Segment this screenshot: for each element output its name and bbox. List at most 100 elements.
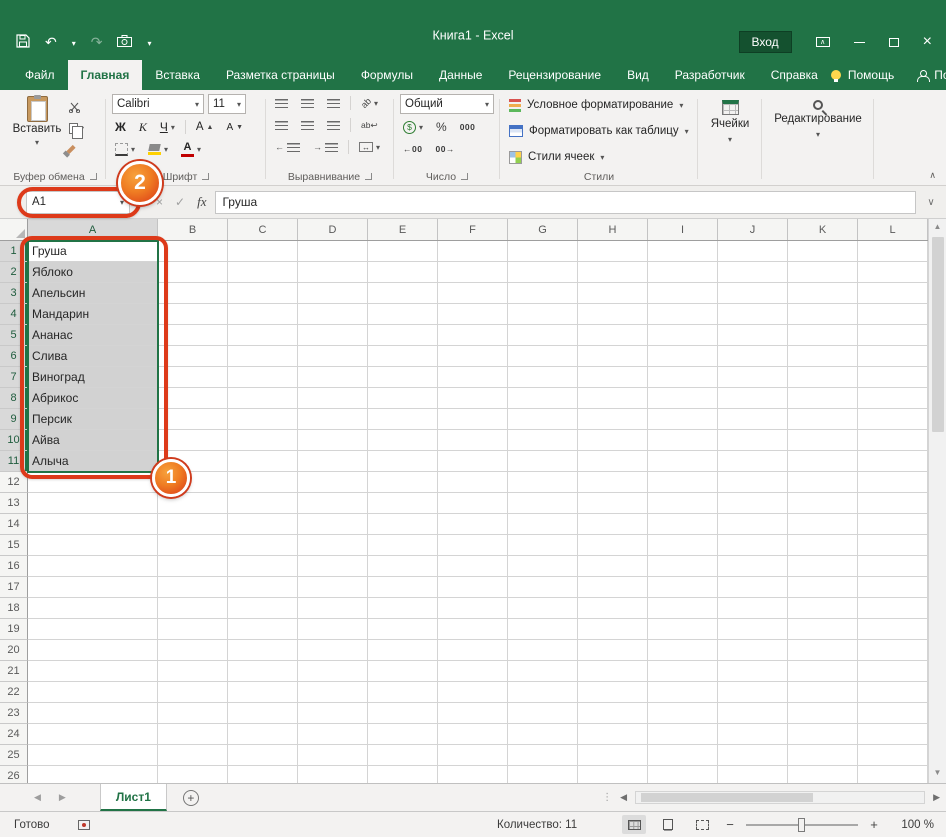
- cell-H23[interactable]: [578, 703, 648, 724]
- cell-D1[interactable]: [298, 241, 368, 262]
- sign-in-button[interactable]: Вход: [739, 31, 792, 53]
- cell-E21[interactable]: [368, 661, 438, 682]
- cell-B8[interactable]: [158, 388, 228, 409]
- number-dialog-launcher[interactable]: [461, 173, 468, 180]
- conditional-formatting-button[interactable]: Условное форматирование: [504, 93, 694, 117]
- cell-H18[interactable]: [578, 598, 648, 619]
- cell-L23[interactable]: [858, 703, 928, 724]
- cell-B15[interactable]: [158, 535, 228, 556]
- row-header-17[interactable]: 17: [0, 577, 28, 598]
- cell-C2[interactable]: [228, 262, 298, 283]
- wrap-text-button[interactable]: [358, 118, 381, 132]
- cell-C8[interactable]: [228, 388, 298, 409]
- decrease-decimal-button[interactable]: 00→: [432, 143, 457, 155]
- cell-A17[interactable]: [28, 577, 158, 598]
- row-header-7[interactable]: 7: [0, 367, 28, 388]
- cell-F6[interactable]: [438, 346, 508, 367]
- cell-C13[interactable]: [228, 493, 298, 514]
- cell-K12[interactable]: [788, 472, 858, 493]
- cell-K21[interactable]: [788, 661, 858, 682]
- cell-D18[interactable]: [298, 598, 368, 619]
- row-header-25[interactable]: 25: [0, 745, 28, 766]
- cell-J12[interactable]: [718, 472, 788, 493]
- cell-G19[interactable]: [508, 619, 578, 640]
- cell-K1[interactable]: [788, 241, 858, 262]
- cell-I13[interactable]: [648, 493, 718, 514]
- cell-L14[interactable]: [858, 514, 928, 535]
- cell-L24[interactable]: [858, 724, 928, 745]
- column-header-L[interactable]: L: [858, 219, 928, 240]
- cell-D24[interactable]: [298, 724, 368, 745]
- row-header-14[interactable]: 14: [0, 514, 28, 535]
- cell-J23[interactable]: [718, 703, 788, 724]
- cell-K5[interactable]: [788, 325, 858, 346]
- cell-A19[interactable]: [28, 619, 158, 640]
- column-header-B[interactable]: B: [158, 219, 228, 240]
- cell-B19[interactable]: [158, 619, 228, 640]
- cell-F16[interactable]: [438, 556, 508, 577]
- cell-G8[interactable]: [508, 388, 578, 409]
- ribbon-tab-5[interactable]: Данные: [426, 60, 495, 90]
- cell-H2[interactable]: [578, 262, 648, 283]
- column-header-F[interactable]: F: [438, 219, 508, 240]
- column-header-A[interactable]: A: [28, 219, 158, 240]
- cell-H17[interactable]: [578, 577, 648, 598]
- cell-E20[interactable]: [368, 640, 438, 661]
- cell-H7[interactable]: [578, 367, 648, 388]
- cell-I3[interactable]: [648, 283, 718, 304]
- cell-F22[interactable]: [438, 682, 508, 703]
- cell-I4[interactable]: [648, 304, 718, 325]
- cell-H14[interactable]: [578, 514, 648, 535]
- cell-D19[interactable]: [298, 619, 368, 640]
- cell-J10[interactable]: [718, 430, 788, 451]
- cell-K11[interactable]: [788, 451, 858, 472]
- cell-B14[interactable]: [158, 514, 228, 535]
- sheet-tab-list1[interactable]: Лист1: [100, 784, 167, 811]
- cell-D20[interactable]: [298, 640, 368, 661]
- cell-D25[interactable]: [298, 745, 368, 766]
- cell-B25[interactable]: [158, 745, 228, 766]
- paste-button[interactable]: Вставить: [8, 93, 66, 168]
- cell-G21[interactable]: [508, 661, 578, 682]
- cell-J6[interactable]: [718, 346, 788, 367]
- align-middle-button[interactable]: [298, 98, 317, 109]
- cell-A2[interactable]: Яблоко: [28, 262, 158, 283]
- cell-F5[interactable]: [438, 325, 508, 346]
- cell-E14[interactable]: [368, 514, 438, 535]
- row-header-3[interactable]: 3: [0, 283, 28, 304]
- cell-K24[interactable]: [788, 724, 858, 745]
- cell-B22[interactable]: [158, 682, 228, 703]
- cell-K15[interactable]: [788, 535, 858, 556]
- cell-L21[interactable]: [858, 661, 928, 682]
- cell-G17[interactable]: [508, 577, 578, 598]
- cell-E17[interactable]: [368, 577, 438, 598]
- cell-L13[interactable]: [858, 493, 928, 514]
- cell-B3[interactable]: [158, 283, 228, 304]
- cell-A15[interactable]: [28, 535, 158, 556]
- cell-K8[interactable]: [788, 388, 858, 409]
- cell-J25[interactable]: [718, 745, 788, 766]
- select-all-corner[interactable]: [0, 219, 28, 240]
- ribbon-tab-7[interactable]: Вид: [614, 60, 662, 90]
- ribbon-tab-4[interactable]: Формулы: [348, 60, 426, 90]
- ribbon-tab-2[interactable]: Вставка: [142, 60, 213, 90]
- cell-G2[interactable]: [508, 262, 578, 283]
- minimize-button[interactable]: [854, 42, 865, 43]
- next-sheet-arrow[interactable]: [59, 792, 66, 803]
- cell-F17[interactable]: [438, 577, 508, 598]
- cell-C9[interactable]: [228, 409, 298, 430]
- cell-A18[interactable]: [28, 598, 158, 619]
- cell-L10[interactable]: [858, 430, 928, 451]
- cell-K2[interactable]: [788, 262, 858, 283]
- cell-I5[interactable]: [648, 325, 718, 346]
- cell-F10[interactable]: [438, 430, 508, 451]
- cell-I7[interactable]: [648, 367, 718, 388]
- cell-B2[interactable]: [158, 262, 228, 283]
- cell-A21[interactable]: [28, 661, 158, 682]
- row-header-6[interactable]: 6: [0, 346, 28, 367]
- currency-format-button[interactable]: $: [400, 120, 426, 135]
- row-header-11[interactable]: 11: [0, 451, 28, 472]
- align-right-button[interactable]: [324, 120, 343, 131]
- cell-C11[interactable]: [228, 451, 298, 472]
- cell-J14[interactable]: [718, 514, 788, 535]
